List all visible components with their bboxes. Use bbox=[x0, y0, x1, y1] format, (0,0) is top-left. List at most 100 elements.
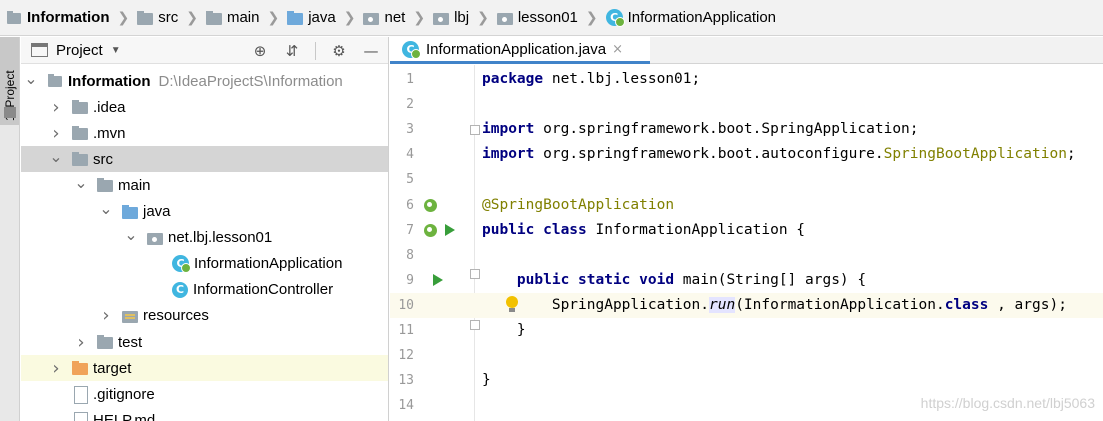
tree-item[interactable]: › resources bbox=[21, 303, 388, 329]
tree-item-label: target bbox=[93, 359, 132, 377]
tree-item[interactable]: ›.gitignore bbox=[21, 381, 388, 407]
editor-tab-bar: C InformationApplication.java × bbox=[390, 37, 1103, 64]
code-line[interactable]: 3 import org.springframework.boot.SpringA… bbox=[390, 117, 1103, 142]
tree-item-label: Information bbox=[68, 72, 151, 90]
annotation-token: SpringBootApplication bbox=[883, 146, 1067, 163]
tree-item-label: net.lbj.lesson01 bbox=[168, 229, 273, 247]
chevron-right-icon[interactable]: › bbox=[75, 332, 87, 353]
project-panel-toolbar: ⊕ ⇵ ⚙ — bbox=[251, 37, 380, 64]
code-text[interactable]: } bbox=[482, 318, 526, 343]
fold-icon[interactable] bbox=[470, 125, 480, 136]
chevron-right-icon[interactable]: › bbox=[50, 97, 62, 118]
fold-icon[interactable] bbox=[470, 320, 480, 330]
code-text[interactable]: import org.springframework.boot.autoconf… bbox=[482, 142, 1076, 167]
chevron-down-icon[interactable]: ▼ bbox=[111, 45, 121, 56]
code-line[interactable]: 13} bbox=[390, 368, 1103, 393]
chevron-down-icon[interactable]: ⌄ bbox=[124, 225, 137, 244]
line-number: 14 bbox=[398, 398, 414, 414]
code-line[interactable]: 4 import org.springframework.boot.autocon… bbox=[390, 142, 1103, 167]
breadcrumb-item[interactable]: net bbox=[363, 0, 405, 35]
code-line[interactable]: 10 SpringApplication.run(InformationAppl… bbox=[390, 292, 1103, 318]
code-text[interactable]: package net.lbj.lesson01; bbox=[482, 67, 700, 92]
tree-item[interactable]: ⌄ Information D:\IdeaProjectS\Information bbox=[21, 68, 388, 94]
toolbar-divider bbox=[315, 41, 316, 60]
chevron-down-icon[interactable]: ⌄ bbox=[24, 69, 37, 88]
tree-item-label: HELP.md bbox=[93, 411, 156, 421]
project-view-selector[interactable]: Project bbox=[56, 42, 103, 59]
watermark: https://blog.csdn.net/lbj5063 bbox=[920, 395, 1095, 411]
gear-icon[interactable]: ⚙ bbox=[330, 42, 348, 60]
tree-item[interactable]: ›HELP.md bbox=[21, 407, 388, 421]
tree-item[interactable]: ⌄ main bbox=[21, 172, 388, 198]
breadcrumb-label: InformationApplication bbox=[627, 9, 777, 26]
tree-item[interactable]: ⌄ src bbox=[21, 146, 388, 173]
code-text[interactable]: SpringApplication.run(InformationApplica… bbox=[482, 293, 1067, 318]
tree-item-label: test bbox=[118, 333, 143, 351]
breadcrumb-item[interactable]: java bbox=[287, 0, 336, 35]
breadcrumb-item[interactable]: lesson01 bbox=[496, 0, 578, 35]
locate-icon[interactable]: ⊕ bbox=[251, 42, 269, 60]
chevron-right-icon[interactable]: › bbox=[50, 123, 62, 144]
spring-boot-class-icon: C bbox=[605, 9, 625, 27]
code-line[interactable]: 8 bbox=[390, 243, 1103, 268]
code-line[interactable]: 1 package net.lbj.lesson01; bbox=[390, 67, 1103, 92]
minimize-icon[interactable]: — bbox=[362, 42, 380, 60]
tree-item[interactable]: ⌄ net.lbj.lesson01 bbox=[21, 225, 388, 251]
code-text[interactable]: @SpringBootApplication bbox=[482, 193, 674, 218]
chevron-right-icon: ❯ bbox=[585, 9, 598, 25]
chevron-down-icon[interactable]: ⌄ bbox=[99, 199, 112, 218]
breadcrumb-item[interactable]: src bbox=[137, 0, 178, 35]
folder-icon bbox=[4, 107, 16, 118]
close-icon[interactable]: × bbox=[612, 42, 623, 57]
code-line[interactable]: 9 public static void main(String[] args)… bbox=[390, 268, 1103, 293]
keyword-token: package bbox=[482, 71, 544, 87]
chevron-down-icon[interactable]: ⌄ bbox=[74, 173, 87, 192]
tree-item[interactable]: › test bbox=[21, 329, 388, 355]
code-text[interactable]: public class InformationApplication { bbox=[482, 218, 805, 243]
collapse-all-icon[interactable]: ⇵ bbox=[283, 42, 301, 60]
chevron-down-icon[interactable]: ⌄ bbox=[49, 147, 62, 166]
breadcrumb-item[interactable]: C InformationApplication bbox=[605, 0, 777, 35]
tab-information-application[interactable]: C InformationApplication.java × bbox=[390, 37, 650, 64]
run-icon[interactable] bbox=[433, 273, 443, 286]
folder-icon bbox=[137, 10, 154, 26]
run-icon[interactable] bbox=[445, 223, 455, 236]
code-token: main(String[] args) { bbox=[682, 271, 867, 288]
spring-bean-icon[interactable] bbox=[424, 223, 437, 237]
breadcrumb-item[interactable]: main bbox=[205, 0, 259, 35]
resources-folder-icon bbox=[122, 308, 138, 324]
chevron-right-icon: ❯ bbox=[117, 9, 130, 25]
spring-bean-icon[interactable] bbox=[424, 198, 437, 212]
tree-item[interactable]: ⌄ java bbox=[21, 199, 388, 225]
tree-item[interactable]: › .mvn bbox=[21, 120, 388, 146]
code-text[interactable]: } bbox=[482, 368, 491, 393]
excluded-folder-icon bbox=[72, 360, 88, 376]
tree-item[interactable]: ›CInformationApplication bbox=[21, 251, 388, 277]
project-panel: Project ▼ ⊕ ⇵ ⚙ — ⌄ Information D:\IdeaPro… bbox=[21, 37, 389, 421]
code-line[interactable]: 2 bbox=[390, 92, 1103, 117]
intention-bulb-icon[interactable] bbox=[505, 295, 519, 313]
code-line[interactable]: 6 @SpringBootApplication bbox=[390, 193, 1103, 218]
line-number: 1 bbox=[406, 72, 414, 87]
tree-item[interactable]: › target bbox=[21, 355, 388, 382]
module-icon bbox=[47, 73, 63, 89]
breadcrumb-item[interactable]: Information bbox=[6, 0, 110, 35]
keyword-token: public class bbox=[482, 221, 587, 238]
line-number: 7 bbox=[406, 222, 414, 238]
code-text[interactable]: import org.springframework.boot.SpringAp… bbox=[482, 117, 919, 142]
tree-item-label: .gitignore bbox=[93, 385, 155, 403]
code-token: InformationApplication { bbox=[595, 221, 806, 238]
chevron-right-icon[interactable]: › bbox=[100, 305, 112, 326]
code-token: ; bbox=[1066, 146, 1076, 163]
code-line[interactable]: 7 public class InformationApplication { bbox=[390, 218, 1103, 243]
fold-icon[interactable] bbox=[470, 268, 480, 279]
code-line[interactable]: 11 } bbox=[390, 318, 1103, 343]
code-text[interactable]: public static void main(String[] args) { bbox=[482, 268, 866, 293]
chevron-right-icon[interactable]: › bbox=[50, 358, 62, 379]
tree-item[interactable]: ›CInformationController bbox=[21, 277, 388, 303]
breadcrumb-item[interactable]: lbj bbox=[433, 0, 469, 35]
code-line[interactable]: 5 bbox=[390, 167, 1103, 192]
tree-item[interactable]: › .idea bbox=[21, 94, 388, 120]
code-line[interactable]: 12 bbox=[390, 343, 1103, 368]
